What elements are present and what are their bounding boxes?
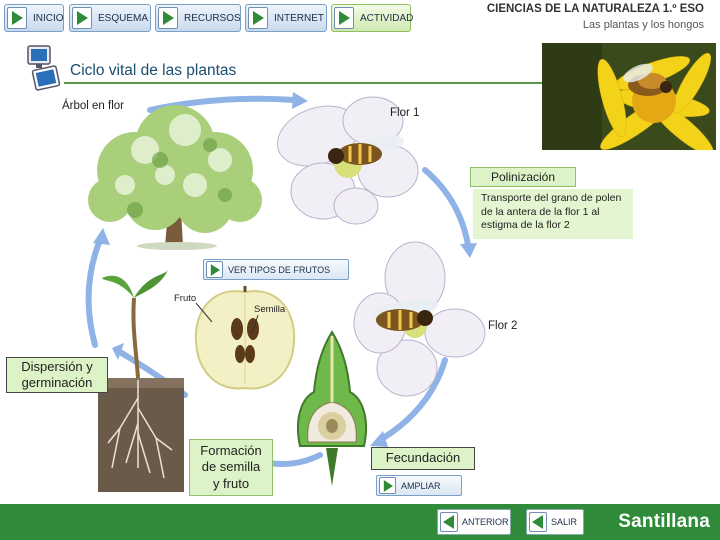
- back-arrow-icon: [529, 512, 547, 532]
- back-arrow-icon: [440, 512, 458, 532]
- exit-label: SALIR: [551, 517, 578, 527]
- expand-button[interactable]: AMPLIAR: [376, 475, 462, 496]
- flower-cross-section-illustration: [292, 328, 372, 488]
- flower-2-label: Flor 2: [488, 320, 518, 332]
- expand-label: AMPLIAR: [401, 480, 441, 491]
- previous-button[interactable]: ANTERIOR: [437, 509, 511, 535]
- previous-label: ANTERIOR: [462, 517, 509, 527]
- play-icon: [379, 477, 396, 494]
- santillana-logo: Santillana: [618, 511, 710, 532]
- dispersal-germination-label: Dispersión y germinación: [6, 357, 108, 393]
- exit-button[interactable]: SALIR: [526, 509, 584, 535]
- footer-bar: [0, 504, 720, 540]
- fertilization-label: Fecundación: [371, 447, 475, 470]
- seed-fruit-formation-label: Formación de semilla y fruto: [189, 439, 273, 496]
